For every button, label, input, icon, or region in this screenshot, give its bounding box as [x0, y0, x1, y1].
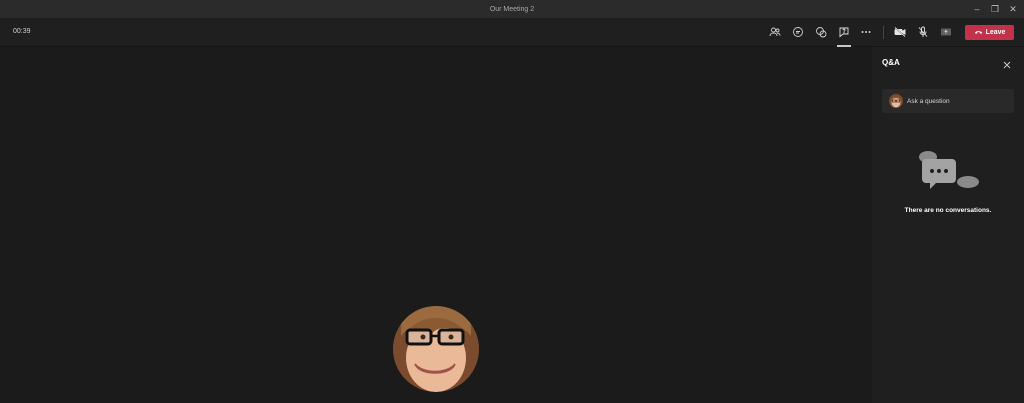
meeting-toolbar: 00:39 Leave — [0, 18, 1024, 47]
reactions-icon[interactable] — [814, 25, 828, 39]
leave-button-label: Leave — [985, 29, 1006, 36]
empty-conversations-illustration-icon — [916, 149, 980, 193]
qa-panel: Q&A Ask a question There are no conversa… — [872, 47, 1024, 403]
restore-button[interactable]: ❐ — [988, 2, 1002, 16]
more-icon[interactable] — [859, 25, 873, 39]
chat-icon[interactable] — [791, 25, 805, 39]
title-bar: Our Meeting 2 – ❐ ✕ — [0, 0, 1024, 18]
camera-off-icon[interactable] — [893, 25, 907, 39]
panel-title: Q&A — [882, 58, 900, 67]
qa-icon[interactable] — [837, 25, 851, 39]
meeting-timer: 00:39 — [13, 28, 31, 35]
empty-state-message: There are no conversations. — [904, 207, 992, 214]
participant-avatar — [393, 306, 479, 392]
window-title: Our Meeting 2 — [489, 5, 535, 13]
mic-off-icon[interactable] — [916, 25, 930, 39]
minimize-button[interactable]: – — [970, 2, 984, 16]
share-icon[interactable] — [939, 25, 953, 39]
window-controls: – ❐ ✕ — [970, 0, 1020, 18]
toolbar-divider — [883, 26, 884, 39]
ask-question-input[interactable]: Ask a question — [882, 89, 1014, 113]
phone-hangup-icon — [974, 29, 983, 37]
user-avatar — [889, 94, 903, 108]
meeting-stage — [0, 47, 872, 403]
close-icon[interactable] — [1002, 57, 1012, 69]
leave-button[interactable]: Leave — [965, 25, 1014, 40]
ask-question-placeholder: Ask a question — [907, 97, 950, 105]
close-window-button[interactable]: ✕ — [1006, 2, 1020, 16]
participants-icon[interactable] — [768, 25, 782, 39]
